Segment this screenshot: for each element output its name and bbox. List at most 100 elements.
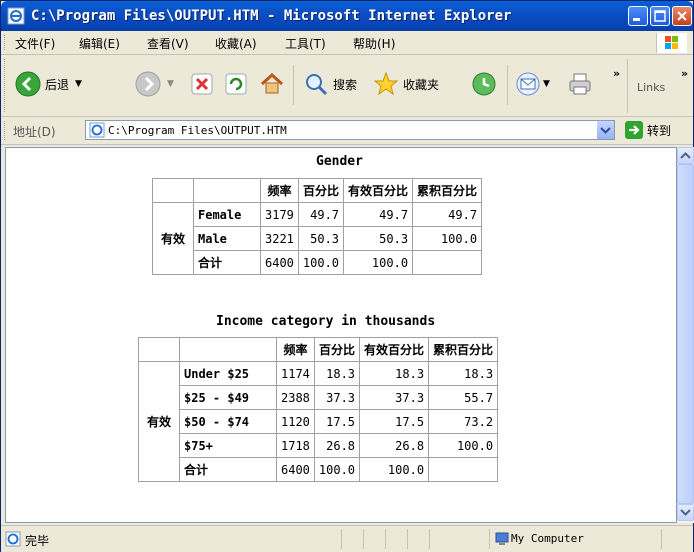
ie-window: C:\Program Files\OUTPUT.HTM - Microsoft … [0,0,694,552]
status-divider [341,529,342,549]
history-button[interactable] [471,71,497,97]
table-cell: 100.0 [313,457,361,482]
status-divider [363,529,364,549]
menu-favorites[interactable]: 收藏(A) [215,35,257,52]
scroll-thumb[interactable] [677,164,694,504]
row-label: $75+ [179,433,277,458]
menu-edit[interactable]: 编辑(E) [79,35,120,52]
forward-button[interactable]: ▼ [135,71,174,97]
table-cell: 100.0 [297,250,345,275]
status-text: 完毕 [25,534,50,548]
table-cell [412,250,483,275]
table-row: 合计 6400 100.0 100.0 [153,250,483,275]
title-bar[interactable]: C:\Program Files\OUTPUT.HTM - Microsoft … [1,1,693,31]
forward-dropdown-icon[interactable]: ▼ [167,79,174,89]
address-label: 地址(D) [13,125,56,139]
table-cell: 17.5 [313,409,361,434]
menu-view[interactable]: 查看(V) [147,35,189,52]
menu-grip[interactable] [4,35,8,50]
toolbar-separator [507,65,508,105]
income-table-caption: Income category in thousands [216,314,436,329]
table-cell: 1120 [276,409,315,434]
table-cell: 55.7 [428,385,499,410]
table-cell: 100.0 [412,226,483,251]
row-label: $50 - $74 [179,409,277,434]
address-bar: 地址(D) C:\Program Files\OUTPUT.HTM 转到 [1,117,693,145]
row-label: 合计 [179,457,277,482]
page-done-icon [5,531,21,547]
corner-cell [138,337,180,362]
refresh-icon [225,73,247,95]
search-icon [306,74,328,96]
stop-button[interactable] [191,73,213,95]
table-cell: 49.7 [343,202,414,227]
corner-cell [152,178,194,203]
vertical-scrollbar[interactable] [677,147,694,523]
maximize-icon [654,10,666,22]
row-label: 合计 [193,250,261,275]
back-button[interactable]: 后退 ▼ [15,71,82,97]
search-button[interactable]: 搜索 [303,71,357,97]
star-icon [373,71,399,96]
scroll-down-button[interactable] [677,504,694,521]
minimize-button[interactable] [628,6,648,26]
table-cell: 2388 [276,385,315,410]
column-header: 有效百分比 [359,337,430,362]
status-bar: 完毕 My Computer [1,525,693,552]
go-button[interactable]: 转到 [625,121,671,139]
chevron-down-icon [680,509,691,516]
chevron-down-icon [600,127,611,134]
row-label: Female [193,202,261,227]
row-group-label: 有效 [152,202,194,275]
toolbar-separator [293,65,294,105]
table-cell: 3179 [260,202,299,227]
table-cell: 1718 [276,433,315,458]
ie-page-icon [7,7,25,25]
menu-file[interactable]: 文件(F) [15,35,55,52]
gender-frequency-table: 频率 百分比 有效百分比 累积百分比 有效 Female 3179 49.7 4… [152,178,483,275]
back-label: 后退 [45,77,70,92]
status-divider [429,529,430,549]
address-input[interactable]: C:\Program Files\OUTPUT.HTM [85,120,615,140]
favorites-button[interactable]: 收藏夹 [373,71,439,97]
links-more-chevron[interactable]: » [681,67,688,80]
close-button[interactable] [672,6,692,26]
address-grip[interactable] [4,121,8,140]
go-label: 转到 [647,123,672,138]
page-icon [89,122,105,138]
table-cell: 100.0 [343,250,414,275]
table-cell: 50.3 [297,226,345,251]
table-cell: 73.2 [428,409,499,434]
table-cell: 17.5 [359,409,430,434]
history-icon [472,72,496,96]
menu-help[interactable]: 帮助(H) [353,35,395,52]
table-row: $25 - $49 2388 37.3 37.3 55.7 [139,385,499,410]
search-label: 搜索 [333,77,358,92]
status-divider [489,529,490,549]
address-dropdown-button[interactable] [596,121,614,139]
links-label[interactable]: Links [637,81,665,94]
toolbar-grip[interactable] [4,59,8,112]
column-header: 百分比 [297,178,345,203]
page-content: Gender 频率 百分比 有效百分比 累积百分比 有效 Female 3179… [5,147,677,523]
favorites-label: 收藏夹 [403,77,440,92]
stop-icon [191,73,213,95]
close-icon [677,11,687,21]
printer-icon [569,73,591,95]
scroll-up-button[interactable] [677,147,694,164]
column-header: 百分比 [313,337,361,362]
table-cell: 3221 [260,226,299,251]
mail-dropdown-icon[interactable]: ▼ [543,79,550,89]
menu-tools[interactable]: 工具(T) [285,35,326,52]
row-label: Under $25 [179,361,277,386]
toolbar-more-chevron[interactable]: » [613,67,620,80]
maximize-button[interactable] [650,6,670,26]
back-dropdown-icon[interactable]: ▼ [75,79,82,89]
standard-toolbar: 后退 ▼ ▼ 搜索 收藏夹 ▼ » Links » [1,55,693,117]
print-button[interactable] [567,71,593,97]
back-arrow-icon [15,71,41,97]
refresh-button[interactable] [225,73,247,95]
mail-button[interactable]: ▼ [515,71,550,97]
home-button[interactable] [259,71,285,97]
corner-cell [193,178,261,203]
